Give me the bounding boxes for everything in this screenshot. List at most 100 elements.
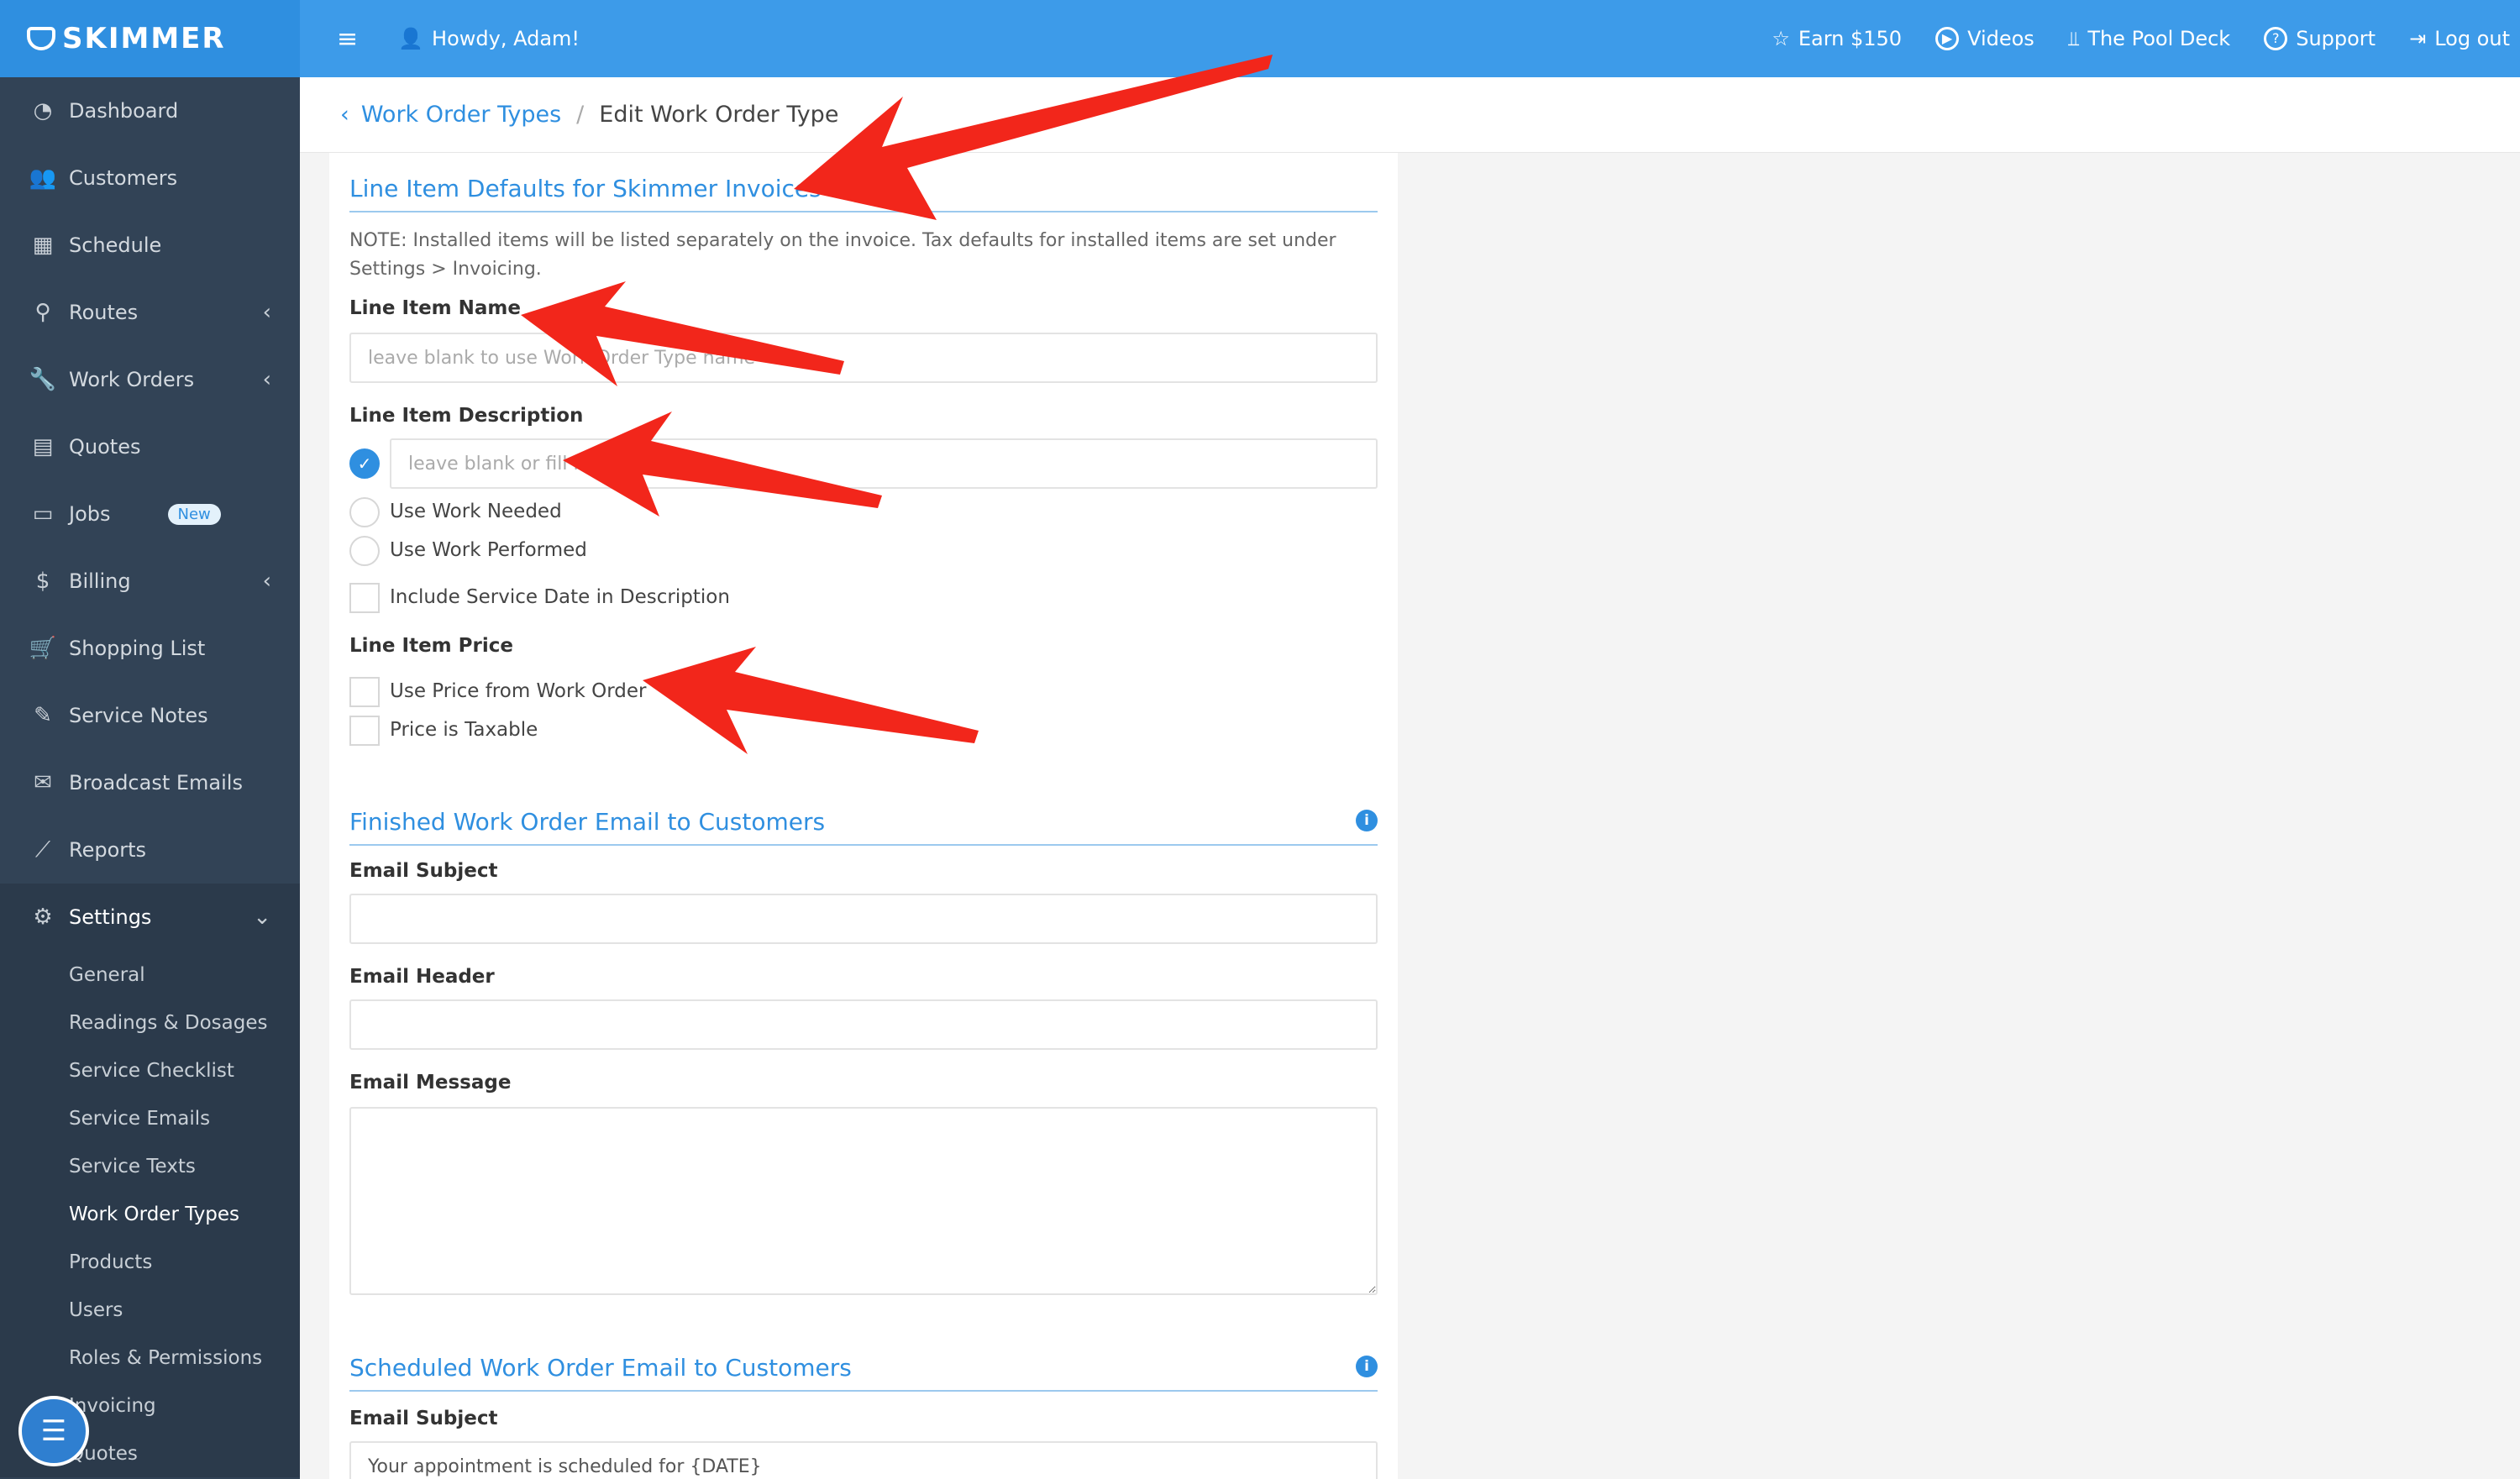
user-icon: 👤 — [398, 27, 424, 50]
help-circle-icon: ? — [2264, 27, 2288, 50]
routes-icon: ⚲ — [34, 300, 51, 325]
settings-sub-products[interactable]: Products — [0, 1238, 300, 1286]
info-icon[interactable]: i — [1356, 1356, 1378, 1377]
support-link[interactable]: ? Support — [2264, 27, 2376, 50]
settings-sub-service-texts[interactable]: Service Texts — [0, 1142, 300, 1190]
finished-email-message-label: Email Message — [349, 1072, 512, 1094]
videos-link[interactable]: ▶ Videos — [1935, 27, 2034, 50]
line-item-defaults-title: Line Item Defaults for Skimmer Invoices — [349, 175, 1378, 212]
sidebar: ◔ Dashboard 👥 Customers ▦ Schedule ⚲ Routes ‹… — [0, 77, 300, 1479]
wrench-icon: 🔧 — [29, 367, 57, 392]
description-custom-radio[interactable]: ✓ — [349, 448, 380, 479]
line-item-name-input[interactable] — [349, 333, 1378, 383]
settings-sub-readings-dosages[interactable]: Readings & Dosages — [0, 999, 300, 1046]
quotes-icon: ▤ — [32, 434, 54, 459]
finished-email-header-input[interactable] — [349, 999, 1378, 1050]
line-item-name-label: Line Item Name — [349, 297, 521, 319]
edit-icon: ✎ — [34, 703, 52, 728]
sidebar-item-label: Routes — [69, 301, 139, 324]
sidebar-item-label: Jobs — [69, 502, 111, 526]
chevron-left-icon[interactable]: ‹ — [340, 102, 349, 128]
use-work-performed-radio[interactable] — [349, 536, 380, 566]
sidebar-item-label: Quotes — [69, 435, 141, 459]
breadcrumb: ‹ Work Order Types / Edit Work Order Typ… — [300, 77, 2520, 153]
finished-email-message-textarea[interactable] — [349, 1107, 1378, 1295]
finished-email-title: Finished Work Order Email to Customers i — [349, 808, 1378, 846]
support-label: Support — [2296, 27, 2376, 50]
settings-sub-general[interactable]: General — [0, 951, 300, 999]
sidebar-item-jobs[interactable]: ▭ Jobs New — [0, 480, 300, 548]
earn-label: Earn $150 — [1798, 27, 1903, 50]
sidebar-item-schedule[interactable]: ▦ Schedule — [0, 212, 300, 279]
scheduled-email-subject-label: Email Subject — [349, 1408, 498, 1429]
sidebar-item-work-orders[interactable]: 🔧 Work Orders ‹ — [0, 346, 300, 413]
sidebar-item-dashboard[interactable]: ◔ Dashboard — [0, 77, 300, 144]
calendar-icon: ▦ — [32, 233, 54, 258]
scheduled-email-title: Scheduled Work Order Email to Customers … — [349, 1354, 1378, 1392]
chat-support-icon[interactable]: ☰ — [18, 1396, 89, 1466]
settings-group: ⚙ Settings ⌄ General Readings & Dosages Se… — [0, 884, 300, 1477]
videos-label: Videos — [1967, 27, 2034, 50]
earn-link[interactable]: ☆ Earn $150 — [1772, 27, 1902, 50]
customers-icon: 👥 — [29, 165, 57, 191]
sidebar-item-billing[interactable]: $ Billing ‹ — [0, 548, 300, 615]
settings-sub-users[interactable]: Users — [0, 1286, 300, 1334]
mail-icon: ✉ — [34, 770, 52, 795]
chevron-left-icon: ‹ — [262, 367, 271, 392]
sidebar-item-label: Work Orders — [69, 368, 195, 391]
new-badge: New — [167, 503, 221, 525]
dashboard-icon: ◔ — [33, 98, 53, 123]
include-service-date-checkbox[interactable] — [349, 583, 380, 613]
scheduled-email-title-text: Scheduled Work Order Email to Customers — [349, 1354, 852, 1382]
line-item-price-label: Line Item Price — [349, 635, 513, 657]
line-item-description-label: Line Item Description — [349, 405, 584, 427]
top-bar: SKIMMER ≡ 👤 Howdy, Adam! ☆ Earn $150 ▶ V… — [0, 0, 2520, 77]
breadcrumb-parent-link[interactable]: Work Order Types — [361, 102, 561, 128]
sidebar-item-settings[interactable]: ⚙ Settings ⌄ — [0, 884, 300, 951]
chart-line-icon: ⟋ — [34, 837, 51, 863]
settings-sub-service-checklist[interactable]: Service Checklist — [0, 1046, 300, 1094]
brand-name: SKIMMER — [62, 22, 226, 55]
pool-ladder-icon: ⫫ — [2067, 27, 2080, 50]
pool-deck-label: The Pool Deck — [2087, 27, 2231, 50]
logout-icon: ⇥ — [2409, 27, 2427, 50]
sidebar-item-label: Broadcast Emails — [69, 771, 243, 795]
settings-sub-roles-permissions[interactable]: Roles & Permissions — [0, 1334, 300, 1382]
sidebar-item-quotes[interactable]: ▤ Quotes — [0, 413, 300, 480]
logout-link[interactable]: ⇥ Log out — [2409, 27, 2510, 50]
settings-sub-work-order-types[interactable]: Work Order Types — [0, 1190, 300, 1238]
settings-sub-service-emails[interactable]: Service Emails — [0, 1094, 300, 1142]
line-item-description-input[interactable] — [390, 438, 1378, 489]
price-taxable-label: Price is Taxable — [390, 719, 538, 741]
greeting-text: Howdy, Adam! — [432, 27, 580, 50]
edit-work-order-type-form: Line Item Defaults for Skimmer Invoices … — [329, 153, 1398, 1479]
breadcrumb-separator: / — [576, 102, 585, 128]
info-icon[interactable]: i — [1356, 810, 1378, 831]
sidebar-item-routes[interactable]: ⚲ Routes ‹ — [0, 279, 300, 346]
sidebar-item-label: Shopping List — [69, 637, 206, 660]
briefcase-icon: ▭ — [32, 501, 54, 527]
sidebar-item-shopping-list[interactable]: 🛒 Shopping List — [0, 615, 300, 682]
finished-email-subject-label: Email Subject — [349, 860, 498, 882]
use-work-needed-radio[interactable] — [349, 497, 380, 527]
sidebar-item-customers[interactable]: 👥 Customers — [0, 144, 300, 212]
price-taxable-checkbox[interactable] — [349, 716, 380, 746]
user-greeting[interactable]: 👤 Howdy, Adam! — [398, 27, 580, 50]
use-work-performed-label: Use Work Performed — [390, 539, 587, 561]
sidebar-item-label: Service Notes — [69, 704, 208, 727]
include-service-date-label: Include Service Date in Description — [390, 586, 730, 608]
sidebar-item-label: Billing — [69, 569, 131, 593]
sidebar-item-reports[interactable]: ⟋ Reports — [0, 816, 300, 884]
sidebar-item-label: Schedule — [69, 233, 162, 257]
brand-logo[interactable]: SKIMMER — [0, 0, 300, 77]
hamburger-menu-icon[interactable]: ≡ — [337, 24, 358, 54]
use-price-checkbox[interactable] — [349, 677, 380, 707]
sidebar-item-broadcast-emails[interactable]: ✉ Broadcast Emails — [0, 749, 300, 816]
sidebar-item-service-notes[interactable]: ✎ Service Notes — [0, 682, 300, 749]
chevron-left-icon: ‹ — [262, 569, 271, 594]
pool-deck-link[interactable]: ⫫ The Pool Deck — [2068, 27, 2230, 50]
cart-icon: 🛒 — [29, 636, 57, 661]
scheduled-email-subject-input[interactable] — [349, 1441, 1378, 1479]
finished-email-subject-input[interactable] — [349, 894, 1378, 944]
breadcrumb-current: Edit Work Order Type — [599, 102, 839, 128]
